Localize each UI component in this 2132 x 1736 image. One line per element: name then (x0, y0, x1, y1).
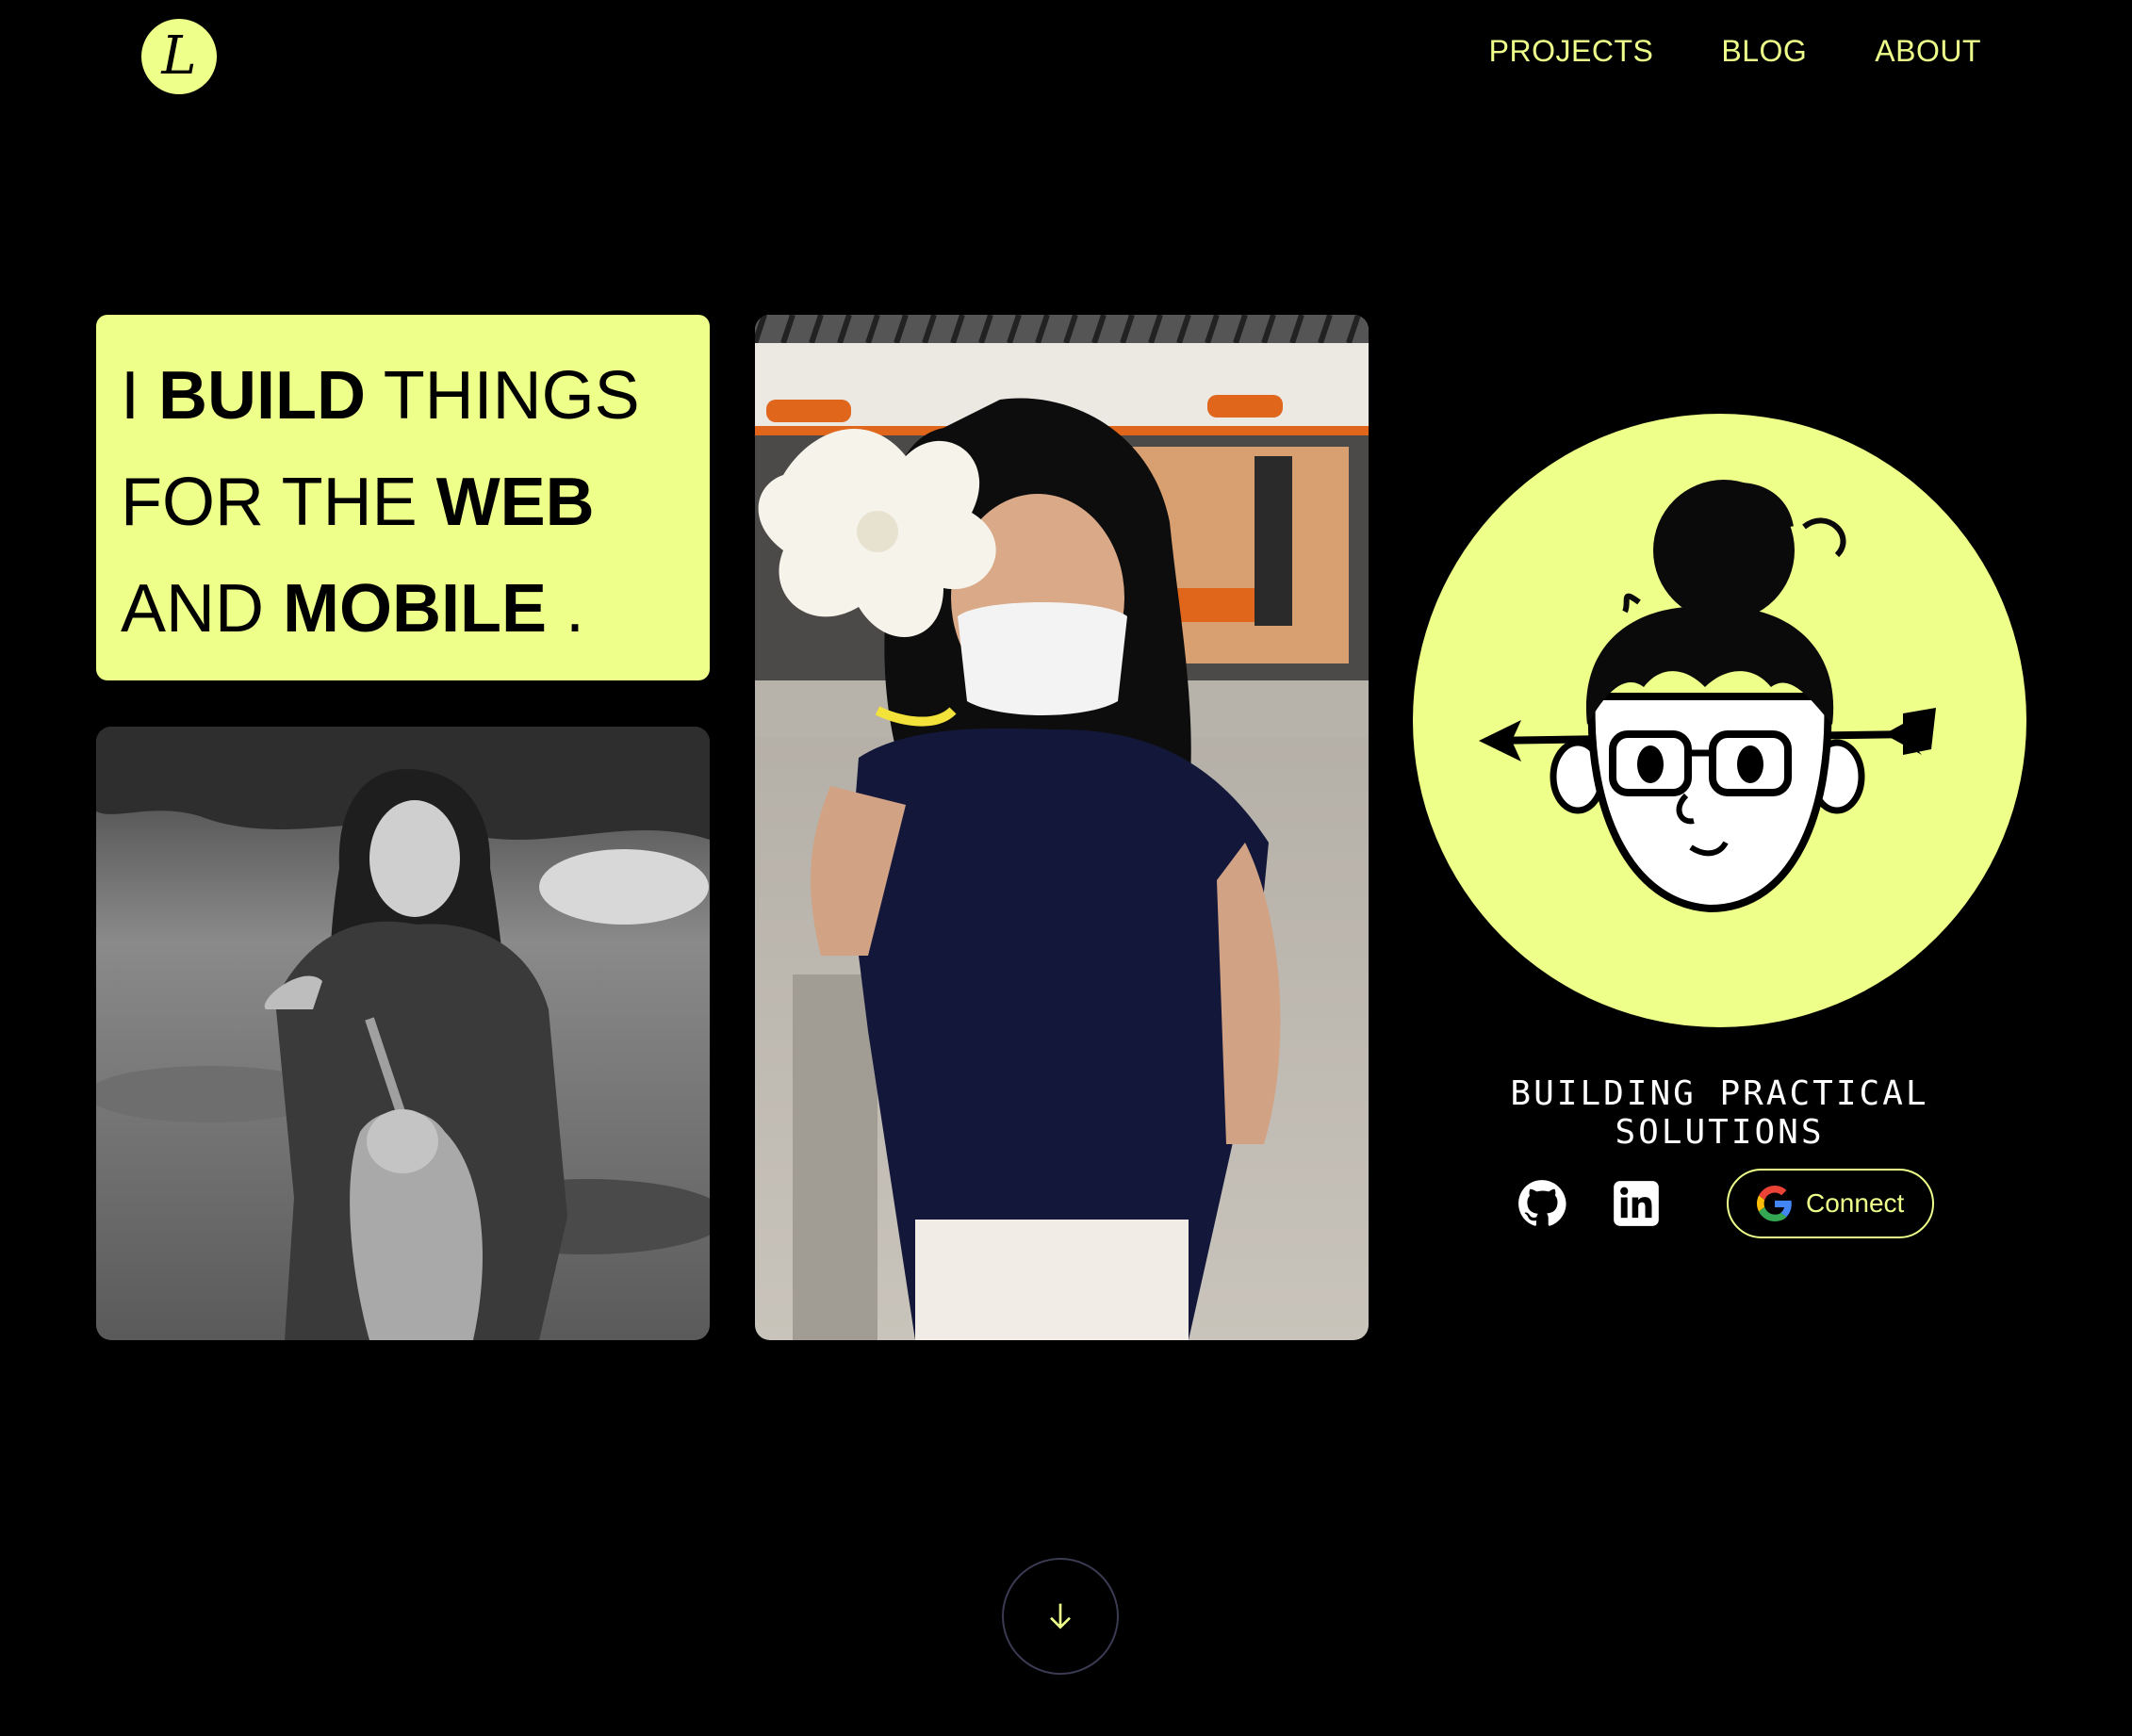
headline-line-2: FOR THE WEB (121, 450, 710, 556)
scroll-down-button[interactable] (1002, 1558, 1119, 1675)
github-icon[interactable] (1517, 1179, 1566, 1228)
tagline: BUILDING PRACTICAL SOLUTIONS (1510, 1074, 1929, 1152)
google-icon (1757, 1186, 1792, 1221)
headline-bold-text: MOBILE (283, 571, 548, 647)
social-links: Connect (1517, 1169, 1935, 1238)
headline-text: THINGS (366, 358, 640, 434)
headline-text: . (547, 571, 585, 647)
photo-subway-color (755, 315, 1369, 1340)
nav-about[interactable]: ABOUT (1875, 34, 1981, 69)
headline-bold-text: WEB (435, 465, 595, 540)
arrow-down-icon (1050, 1603, 1071, 1630)
nav-blog[interactable]: BLOG (1721, 34, 1807, 69)
headline-line-1: I BUILD THINGS (121, 343, 710, 450)
headline-text: AND (121, 571, 284, 647)
linkedin-icon[interactable] (1612, 1179, 1661, 1228)
headline-text: FOR THE (121, 465, 436, 540)
headline-bold-text: BUILD (158, 358, 366, 434)
headline-card: I BUILD THINGS FOR THE WEB AND MOBILE . (96, 315, 710, 680)
logo[interactable]: L (141, 19, 217, 94)
main-nav: PROJECTS BLOG ABOUT (1489, 34, 1981, 69)
photo-outdoor-bw (96, 727, 710, 1340)
nav-projects[interactable]: PROJECTS (1489, 34, 1654, 69)
headline-text: I (121, 358, 159, 434)
connect-button[interactable]: Connect (1727, 1169, 1935, 1238)
logo-letter: L (161, 25, 197, 87)
avatar-illustration (1413, 414, 2026, 1027)
headline-line-3: AND MOBILE . (121, 556, 710, 663)
connect-label: Connect (1806, 1188, 1905, 1218)
